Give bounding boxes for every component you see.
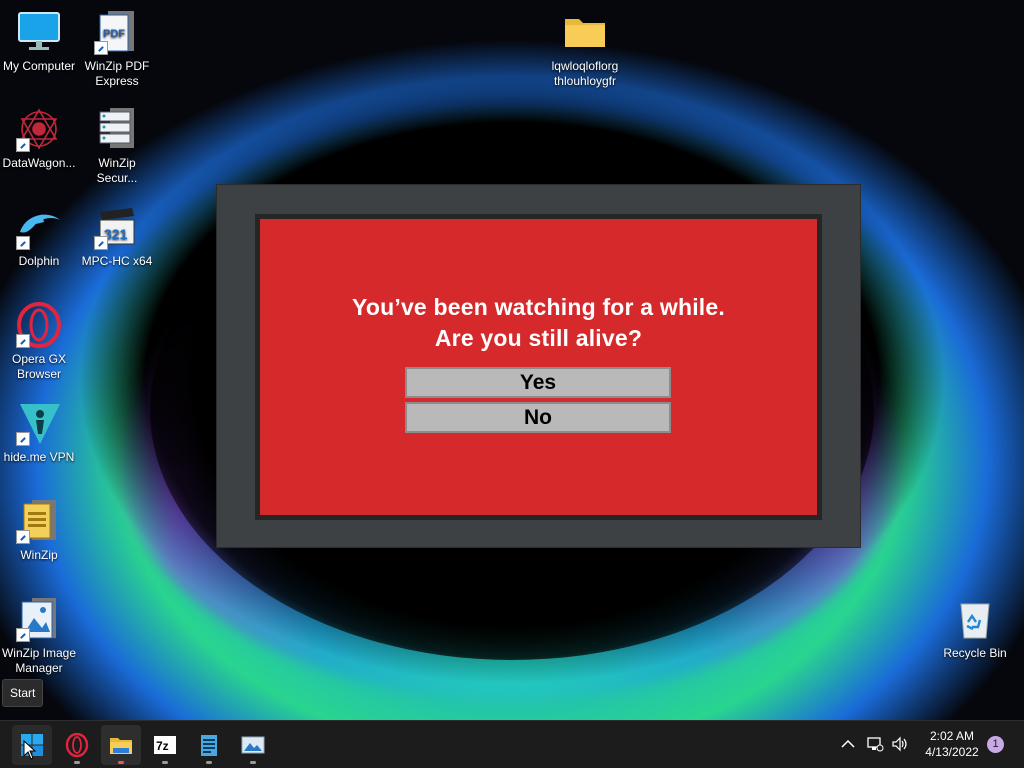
image-manager-icon: [16, 596, 62, 642]
server-icon: [94, 106, 140, 152]
clock-date: 4/13/2022: [925, 745, 979, 759]
network-button[interactable]: [866, 735, 884, 753]
dialog-message-line-1: You’ve been watching for a while.: [352, 294, 725, 320]
desktop-icon-hide-me-vpn[interactable]: hide.me VPN: [0, 400, 78, 465]
shortcut-arrow-icon: [16, 432, 30, 446]
opera-icon: [16, 302, 62, 348]
clock-time: 2:02 AM: [929, 729, 975, 743]
desktop-icon-label: hide.me VPN: [3, 450, 75, 464]
desktop-icon-folder[interactable]: lqwloqloflorg thlouhloygfr: [546, 9, 624, 89]
volume-button[interactable]: [891, 735, 909, 753]
network-icon: [867, 737, 884, 752]
shortcut-arrow-icon: [16, 334, 30, 348]
desktop-icon-dolphin[interactable]: Dolphin: [0, 204, 78, 269]
desktop-icon-label: DataWagon...: [2, 156, 76, 170]
taskbar-opera[interactable]: [57, 725, 97, 765]
taskbar-notepad[interactable]: [189, 725, 229, 765]
desktop-icon-winzip-secure[interactable]: WinZip Secur...: [78, 106, 156, 186]
desktop-icon-label: WinZip Image Manager: [1, 646, 77, 675]
notepad-icon: [201, 735, 217, 756]
desktop-icon-recycle-bin[interactable]: Recycle Bin: [936, 596, 1014, 661]
shortcut-arrow-icon: [16, 138, 30, 152]
running-indicator: [74, 761, 80, 764]
yes-button[interactable]: Yes: [405, 367, 671, 398]
taskbar: 7z 2:02 AM 4/13/2022 1: [0, 720, 1024, 768]
svg-text:PDF: PDF: [103, 28, 125, 40]
shortcut-arrow-icon: [94, 41, 108, 55]
desktop-icon-label: WinZip: [20, 548, 58, 562]
desktop-icon-my-computer[interactable]: My Computer: [0, 9, 78, 74]
shortcut-arrow-icon: [16, 628, 30, 642]
clapperboard-icon: 321: [94, 204, 140, 250]
desktop-icon-label: WinZip PDF Express: [84, 59, 150, 88]
folder-icon: [562, 9, 608, 55]
7zip-icon: 7z: [154, 736, 176, 754]
desktop-icon-winzip-image-manager[interactable]: WinZip Image Manager: [0, 596, 78, 676]
shortcut-arrow-icon: [16, 530, 30, 544]
vpn-icon: [16, 400, 62, 446]
desktop-icon-label: Recycle Bin: [943, 646, 1007, 660]
dialog-panel: You’ve been watching for a while. Are yo…: [255, 214, 822, 520]
desktop-icon-label: Dolphin: [18, 254, 60, 268]
file-explorer-icon: [110, 738, 132, 754]
desktop-icon-label: Opera GX Browser: [11, 352, 67, 381]
running-indicator: [162, 761, 168, 764]
shortcut-arrow-icon: [94, 236, 108, 250]
desktop-icon-label: MPC-HC x64: [81, 254, 153, 268]
no-button[interactable]: No: [405, 402, 671, 433]
running-indicator: [206, 761, 212, 764]
opera-icon: [65, 733, 89, 757]
desktop-icon-label: My Computer: [2, 59, 76, 73]
desktop-icon-mpc-hc[interactable]: 321 MPC-HC x64: [78, 204, 156, 269]
zip-icon: [16, 498, 62, 544]
still-watching-dialog: You’ve been watching for a while. Are yo…: [217, 185, 860, 547]
pdf-icon: PDF: [94, 9, 140, 55]
dolphin-icon: [16, 204, 62, 250]
desktop-icon-label: WinZip Secur...: [96, 156, 138, 185]
start-tooltip: Start: [2, 679, 44, 707]
dialog-message: You’ve been watching for a while. Are yo…: [260, 292, 817, 354]
desktop-icon-winzip-pdf-express[interactable]: PDF WinZip PDF Express: [78, 9, 156, 89]
notification-badge[interactable]: 1: [987, 736, 1004, 753]
speaker-icon: [892, 736, 907, 752]
clock[interactable]: 2:02 AM 4/13/2022: [912, 728, 992, 760]
chevron-up-icon: [841, 739, 855, 748]
shortcut-arrow-icon: [16, 236, 30, 250]
desktop-icon-opera-gx[interactable]: Opera GX Browser: [0, 302, 78, 382]
taskbar-file-explorer[interactable]: [101, 725, 141, 765]
image-viewer-icon: [241, 736, 265, 754]
desktop-icon-datawagon[interactable]: DataWagon...: [0, 106, 78, 171]
running-indicator: [250, 761, 256, 764]
7zip-text: 7z: [156, 739, 169, 753]
active-indicator: [118, 761, 124, 764]
show-hidden-icons-button[interactable]: [839, 735, 857, 753]
monitor-icon: [16, 9, 62, 55]
desktop-icon-winzip[interactable]: WinZip: [0, 498, 78, 563]
taskbar-image-viewer[interactable]: [233, 725, 273, 765]
taskbar-7zip[interactable]: 7z: [145, 725, 185, 765]
mouse-cursor-icon: [23, 740, 37, 760]
dialog-message-line-2: Are you still alive?: [434, 325, 643, 351]
datawagon-icon: [16, 106, 62, 152]
recycle-bin-icon: [952, 596, 998, 642]
desktop-icon-label: lqwloqloflorg thlouhloygfr: [551, 59, 619, 88]
